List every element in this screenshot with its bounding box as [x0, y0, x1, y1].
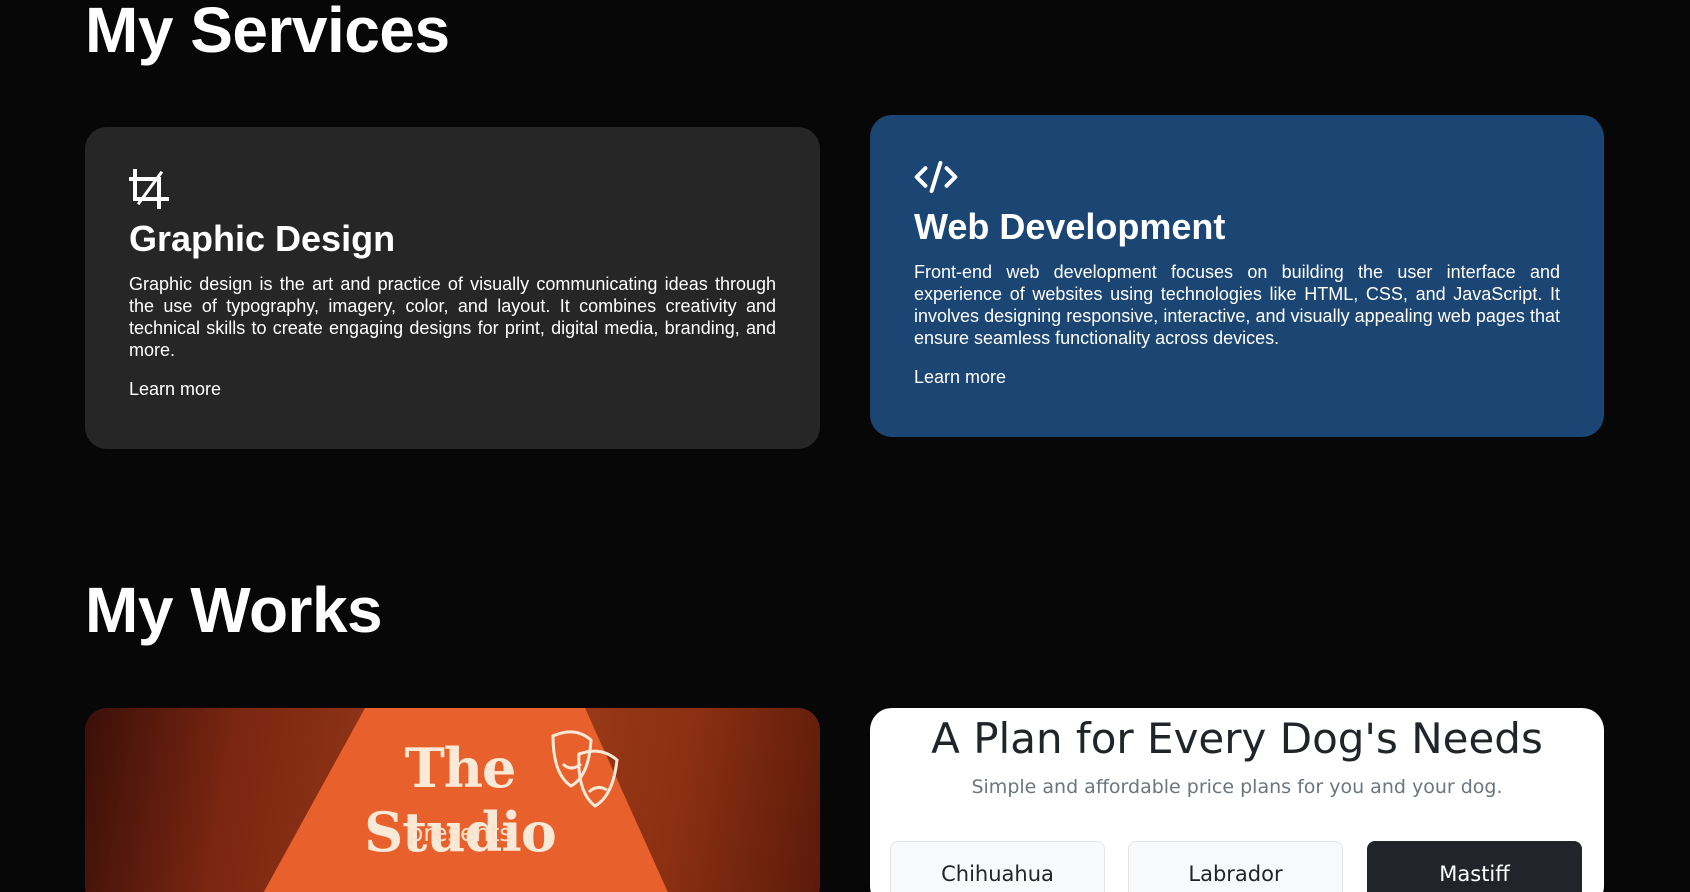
services-title: My Services: [85, 0, 450, 66]
service-card-graphic-design: Graphic Design Graphic design is the art…: [85, 127, 820, 449]
studio-presents: presents: [408, 819, 512, 847]
code-icon: [914, 157, 958, 197]
plan-tab-labrador[interactable]: Labrador: [1128, 841, 1343, 892]
service-description: Front-end web development focuses on bui…: [914, 261, 1560, 348]
crop-icon: [127, 169, 173, 211]
work-dog-plans[interactable]: A Plan for Every Dog's Needs Simple and …: [870, 708, 1604, 892]
service-title: Graphic Design: [129, 218, 396, 259]
learn-more-link[interactable]: Learn more: [914, 367, 1006, 388]
page: My Services Graphic Design Graphic desig…: [0, 0, 1690, 892]
service-title: Web Development: [914, 206, 1226, 247]
learn-more-link[interactable]: Learn more: [129, 379, 221, 400]
plan-tab-mastiff[interactable]: Mastiff: [1367, 841, 1582, 892]
dog-plans-title: A Plan for Every Dog's Needs: [931, 714, 1543, 763]
service-description: Graphic design is the art and practice o…: [129, 273, 776, 360]
theater-masks-icon: [545, 726, 625, 816]
service-card-web-development: Web Development Front-end web developmen…: [870, 115, 1604, 437]
plan-tab-chihuahua[interactable]: Chihuahua: [890, 841, 1105, 892]
dog-plans-subtitle: Simple and affordable price plans for yo…: [971, 776, 1503, 798]
works-title: My Works: [85, 574, 383, 646]
work-studio-poster[interactable]: The Studio presents: [85, 708, 820, 892]
